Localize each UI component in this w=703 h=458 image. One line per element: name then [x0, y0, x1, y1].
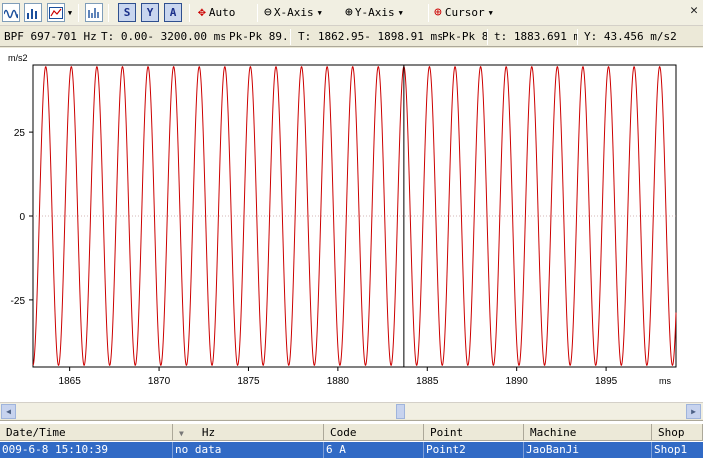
x-tick-label: 1865: [59, 376, 82, 387]
x-tick-label: 1895: [595, 376, 618, 387]
scroll-right-arrow-icon[interactable]: ▶: [686, 404, 701, 419]
zoom-icon: ⊖: [264, 5, 272, 20]
cell-code: 6 A: [324, 442, 424, 458]
cursor-label: Cursor: [444, 6, 485, 19]
pkpk-zoom-readout: Pk-Pk 8: [442, 30, 488, 43]
waveform-chart[interactable]: 25 0 -25 1865 1870 1875 1880 1885 1890 1895 m/s2 ms: [0, 48, 703, 402]
pkpk-readout: Pk-Pk 89.1: [229, 30, 291, 43]
x-tick-label: 1890: [506, 376, 529, 387]
data-grid: Date/Time ▼ Hz Code Point Machine Shop 00…: [0, 420, 703, 458]
zoom-range-readout: T: 1862.95- 1898.91 ms: [298, 30, 442, 43]
cursor-icon: ⊕: [434, 5, 442, 20]
x-tick-label: 1880: [327, 376, 350, 387]
time-range-readout: T: 0.00- 3200.00 ms: [101, 30, 225, 43]
x-axis-unit-label: ms: [659, 376, 671, 386]
auto-label: Auto: [208, 6, 236, 19]
close-icon[interactable]: ✕: [687, 4, 701, 18]
filter-readout: BPF 697-701 Hz: [4, 30, 97, 43]
x-tick-label: 1885: [416, 376, 439, 387]
cursor-y-readout: Y: 43.456 m/s2: [584, 30, 677, 43]
chevron-down-icon[interactable]: ▼: [66, 3, 74, 22]
cell-datetime: 009-6-8 15:10:39: [0, 442, 173, 458]
y-tick-label: -25: [11, 296, 26, 307]
cell-shop: Shop1: [654, 443, 688, 456]
y-axis-label: Y-Axis: [354, 6, 395, 19]
scroll-left-arrow-icon[interactable]: ◀: [1, 404, 16, 419]
x-axis-label: X-Axis: [273, 6, 314, 19]
table-row[interactable]: 009-6-8 15:10:39 no data 6 A Point2 JaoB…: [0, 442, 703, 458]
cursor-button[interactable]: ⊕ Cursor ▼: [434, 3, 506, 22]
waveform-icon[interactable]: [2, 3, 20, 22]
scale-a-icon[interactable]: A: [164, 3, 182, 22]
grid-chart-icon[interactable]: [47, 3, 65, 22]
toolbar: ▼ S Y A ✥ Auto ⊖ X-Axis ▼ ⊕ Y-Axis ▼ ⊕ C…: [0, 0, 703, 26]
horizontal-scrollbar[interactable]: ◀ ▶: [0, 402, 703, 419]
x-tick-label: 1870: [148, 376, 171, 387]
chevron-down-icon: ▼: [317, 8, 322, 17]
cursor-t-readout: t: 1883.691 m: [494, 30, 578, 43]
column-header-hz[interactable]: ▼ Hz: [173, 424, 324, 441]
auto-button[interactable]: ✥ Auto: [198, 3, 248, 22]
waveform-plot[interactable]: 25 0 -25 1865 1870 1875 1880 1885 1890 1895 m/s2 ms: [0, 48, 703, 402]
cell-point: Point2: [424, 442, 524, 458]
column-header-code[interactable]: Code: [324, 424, 424, 441]
scale-y-icon[interactable]: Y: [141, 3, 159, 22]
scale-x-icon[interactable]: S: [118, 3, 136, 22]
y-tick-label: 25: [14, 128, 26, 139]
column-header-machine[interactable]: Machine: [524, 424, 652, 441]
chevron-down-icon: ▼: [488, 8, 493, 17]
status-bar: BPF 697-701 Hz T: 0.00- 3200.00 ms Pk-Pk…: [0, 27, 703, 47]
move-icon: ✥: [198, 5, 206, 20]
column-header-point[interactable]: Point: [424, 424, 524, 441]
column-header-shop[interactable]: Shop: [652, 424, 703, 441]
spectrum-icon[interactable]: [85, 3, 103, 22]
x-tick-label: 1875: [237, 376, 260, 387]
y-tick-label: 0: [19, 212, 25, 223]
y-axis-button[interactable]: ⊕ Y-Axis ▼: [345, 3, 425, 22]
column-header-datetime[interactable]: Date/Time: [0, 424, 173, 441]
sort-arrow-icon: ▼: [179, 429, 184, 438]
bar-chart-icon[interactable]: [24, 3, 42, 22]
pan-icon: ⊕: [345, 5, 353, 20]
chevron-down-icon: ▼: [398, 8, 403, 17]
x-axis-button[interactable]: ⊖ X-Axis ▼: [264, 3, 340, 22]
scrollbar-thumb[interactable]: [396, 404, 405, 419]
y-axis-unit-label: m/s2: [8, 53, 28, 63]
cell-machine: JaoBanJi: [524, 442, 652, 458]
cell-hz: no data: [173, 442, 324, 458]
